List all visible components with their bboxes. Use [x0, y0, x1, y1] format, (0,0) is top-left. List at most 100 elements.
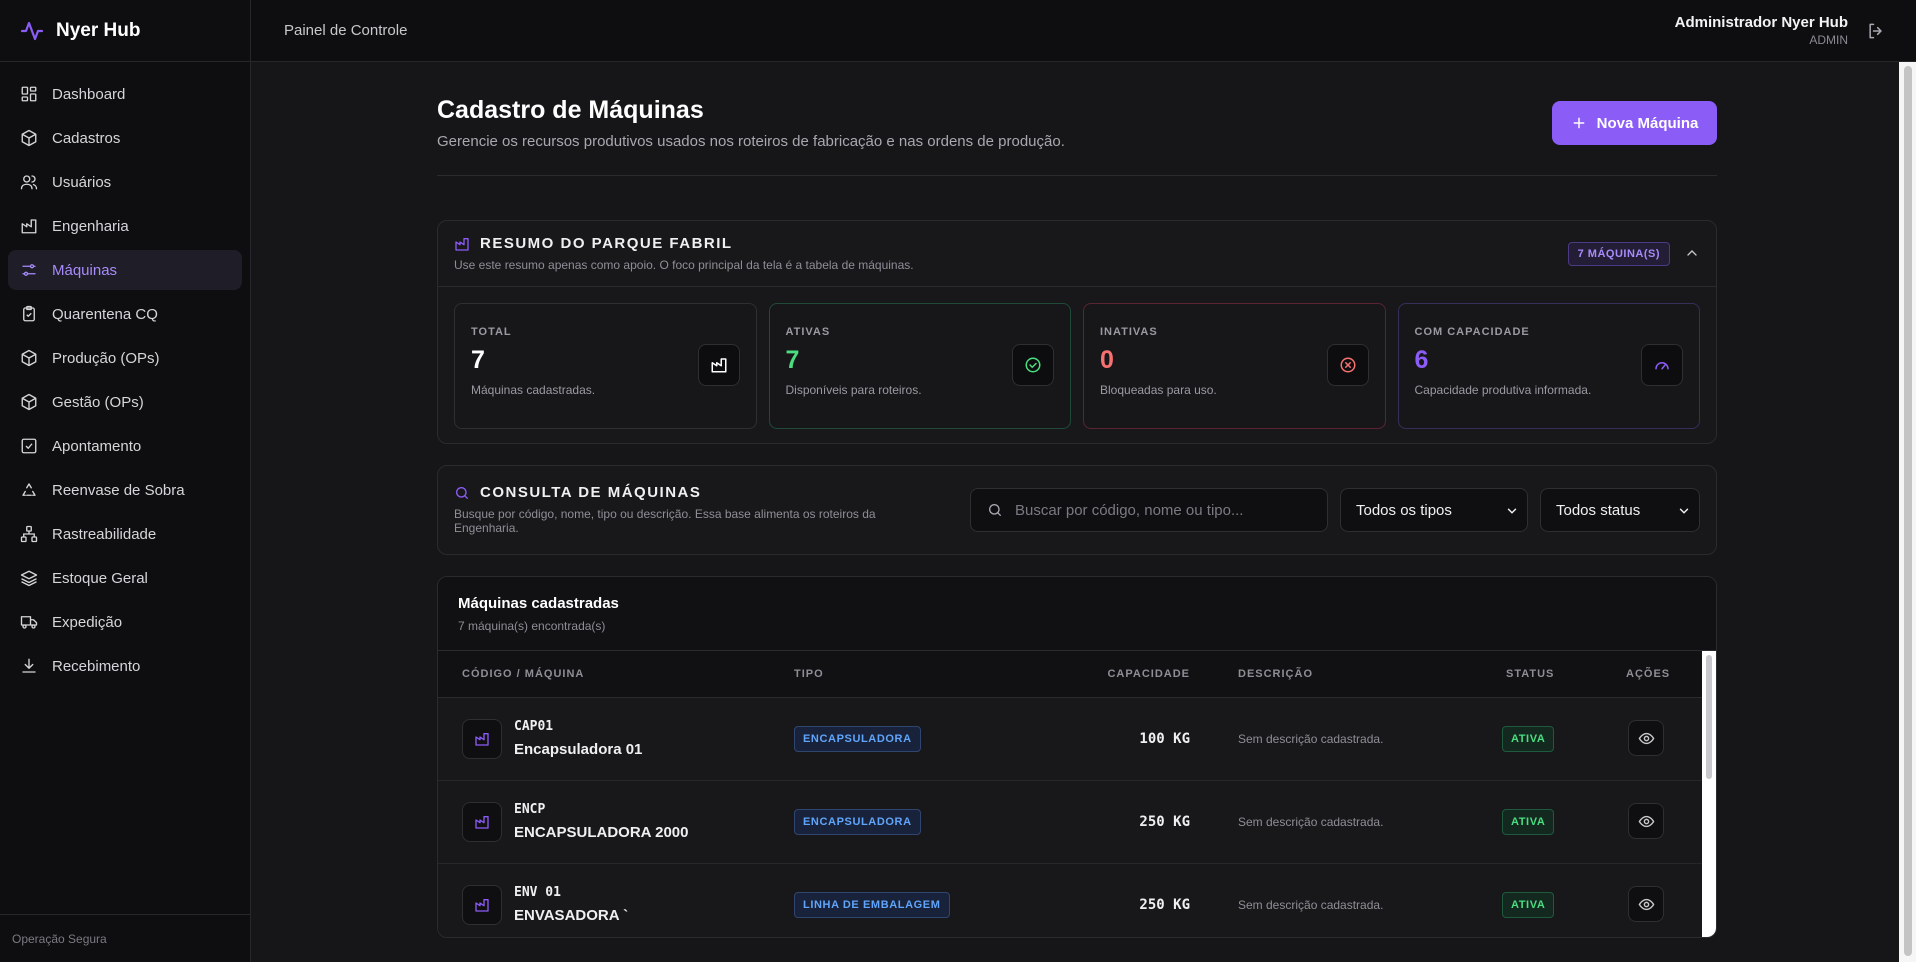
- sidebar-item-estoque-geral[interactable]: Estoque Geral: [8, 558, 242, 598]
- sidebar-item-cadastros[interactable]: Cadastros: [8, 118, 242, 158]
- sidebar-item-recebimento[interactable]: Recebimento: [8, 646, 242, 686]
- user-role: ADMIN: [1809, 33, 1848, 47]
- table-row[interactable]: CAP01 Encapsuladora 01 ENCAPSULADORA 100…: [438, 698, 1716, 781]
- sidebar-item-label: Recebimento: [52, 657, 141, 675]
- stat-label: COM CAPACIDADE: [1414, 326, 1530, 338]
- topbar: Painel de Controle Administrador Nyer Hu…: [251, 0, 1916, 62]
- box-icon: [21, 349, 37, 367]
- table-header: Máquinas cadastradas 7 máquina(s) encont…: [438, 577, 1716, 651]
- column-header: TIPO: [794, 668, 824, 680]
- chevron-up-icon[interactable]: [1684, 245, 1700, 261]
- new-machine-button[interactable]: Nova Máquina: [1552, 101, 1717, 145]
- sidebar-item-apontamento[interactable]: Apontamento: [8, 426, 242, 466]
- column-header: AÇÕES: [1626, 668, 1671, 680]
- table-scrollbar-thumb[interactable]: [1706, 655, 1712, 779]
- filters-desc: Busque por código, nome, tipo ou descriç…: [454, 507, 876, 535]
- stat-total: TOTAL 7 Máquinas cadastradas.: [454, 303, 757, 429]
- summary-header[interactable]: RESUMO DO PARQUE FABRIL Use este resumo …: [438, 221, 1716, 287]
- dashboard-icon: [21, 86, 37, 102]
- table-row[interactable]: ENV 01 ENVASADORA ` LINHA DE EMBALAGEM 2…: [438, 864, 1716, 937]
- chevron-down-icon: [1507, 508, 1517, 514]
- page-scrollbar[interactable]: [1899, 62, 1916, 962]
- logout-icon[interactable]: [1866, 21, 1886, 41]
- summary-desc: Use este resumo apenas como apoio. O foc…: [454, 258, 914, 272]
- main-content: Cadastro de Máquinas Gerencie os recurso…: [251, 62, 1899, 962]
- network-icon: [20, 525, 38, 543]
- layers-icon: [20, 570, 38, 587]
- machine-count-badge: 7 MÁQUINA(S): [1567, 242, 1670, 266]
- factory-icon: [21, 219, 37, 234]
- sidebar-item-engenharia[interactable]: Engenharia: [8, 206, 242, 246]
- sidebar-item-label: Produção (OPs): [52, 349, 160, 367]
- view-button[interactable]: [1628, 803, 1664, 839]
- machine-code: CAP01: [514, 719, 554, 734]
- page-scrollbar-thumb[interactable]: [1904, 66, 1912, 956]
- sidebar-item-label: Reenvase de Sobra: [52, 481, 185, 499]
- search-icon: [989, 504, 1001, 516]
- machine-name: ENCAPSULADORA 2000: [514, 824, 689, 841]
- user-info: Administrador Nyer Hub ADMIN: [1675, 14, 1848, 47]
- sidebar-item-usuarios[interactable]: Usuários: [8, 162, 242, 202]
- machine-capacity: 100 KG: [1139, 731, 1190, 747]
- type-badge: LINHA DE EMBALAGEM: [794, 892, 950, 918]
- view-button[interactable]: [1628, 720, 1664, 756]
- sidebar-item-label: Máquinas: [52, 261, 118, 279]
- brand-name: Nyer Hub: [56, 19, 141, 41]
- view-button[interactable]: [1628, 886, 1664, 922]
- sidebar-nav: Dashboard Cadastros Usuários Engenharia …: [0, 62, 250, 686]
- summary-title-text: RESUMO DO PARQUE FABRIL: [480, 235, 733, 252]
- sidebar-item-dashboard[interactable]: Dashboard: [8, 74, 242, 114]
- clipboard-icon: [23, 305, 35, 322]
- eye-icon: [1638, 898, 1654, 910]
- page-subtitle: Gerencie os recursos produtivos usados n…: [437, 133, 1065, 150]
- x-circle-icon: [1340, 357, 1355, 373]
- sidebar-item-gestao[interactable]: Gestão (OPs): [8, 382, 242, 422]
- stat-label: INATIVAS: [1100, 326, 1158, 338]
- machine-capacity: 250 KG: [1139, 814, 1190, 830]
- check-square-icon: [21, 438, 37, 454]
- machine-code: ENCP: [514, 802, 546, 817]
- factory-icon: [475, 816, 489, 829]
- sidebar-item-reenvase[interactable]: Reenvase de Sobra: [8, 470, 242, 510]
- sidebar-item-expedicao[interactable]: Expedição: [8, 602, 242, 642]
- column-header: CAPACIDADE: [1107, 668, 1190, 680]
- type-select[interactable]: Todos os tipos: [1340, 488, 1528, 532]
- table-title: Máquinas cadastradas: [458, 595, 619, 612]
- machine-name: Encapsuladora 01: [514, 741, 643, 758]
- stat-icon-box: [1326, 344, 1369, 386]
- table-row[interactable]: ENCP ENCAPSULADORA 2000 ENCAPSULADORA 25…: [438, 781, 1716, 864]
- machine-capacity: 250 KG: [1139, 897, 1190, 913]
- box-icon: [21, 393, 37, 411]
- stat-inativas: INATIVAS 0 Bloqueadas para uso.: [1083, 303, 1386, 429]
- stat-desc: Máquinas cadastradas.: [471, 383, 596, 397]
- sidebar-item-maquinas[interactable]: Máquinas: [8, 250, 242, 290]
- stats-row: TOTAL 7 Máquinas cadastradas. ATIVAS 7 D…: [438, 287, 1716, 429]
- table-scrollbar[interactable]: [1702, 651, 1716, 937]
- search-input[interactable]: [1015, 501, 1305, 519]
- filters-title: CONSULTA DE MÁQUINAS: [454, 484, 924, 501]
- status-select[interactable]: Todos status: [1540, 488, 1700, 532]
- search-box[interactable]: [970, 488, 1328, 532]
- stat-desc: Bloqueadas para uso.: [1100, 383, 1217, 397]
- new-machine-label: Nova Máquina: [1596, 114, 1699, 132]
- user-name: Administrador Nyer Hub: [1674, 14, 1848, 31]
- sidebar-item-label: Usuários: [52, 173, 112, 191]
- sidebar-item-label: Dashboard: [52, 85, 126, 103]
- stat-desc: Capacidade produtiva informada.: [1414, 383, 1592, 397]
- sidebar-item-label: Cadastros: [52, 129, 121, 147]
- brand[interactable]: Nyer Hub: [0, 0, 250, 62]
- filters-text: CONSULTA DE MÁQUINAS Busque por código, …: [454, 484, 924, 535]
- stat-com-capacidade: COM CAPACIDADE 6 Capacidade produtiva in…: [1397, 303, 1700, 429]
- sidebar-item-rastreabilidade[interactable]: Rastreabilidade: [8, 514, 242, 554]
- users-icon: [20, 175, 38, 190]
- pulse-logo-icon: [20, 21, 44, 40]
- download-icon: [22, 658, 36, 673]
- page-title: Cadastro de Máquinas: [437, 96, 704, 124]
- sliders-icon: [22, 264, 36, 276]
- stat-icon-box: [1641, 344, 1683, 386]
- stat-icon-box: [697, 344, 740, 386]
- sidebar-footer: Operação Segura: [0, 914, 251, 962]
- filters-panel: CONSULTA DE MÁQUINAS Busque por código, …: [437, 465, 1717, 555]
- sidebar-item-quarentena-cq[interactable]: Quarentena CQ: [8, 294, 242, 334]
- sidebar-item-producao[interactable]: Produção (OPs): [8, 338, 242, 378]
